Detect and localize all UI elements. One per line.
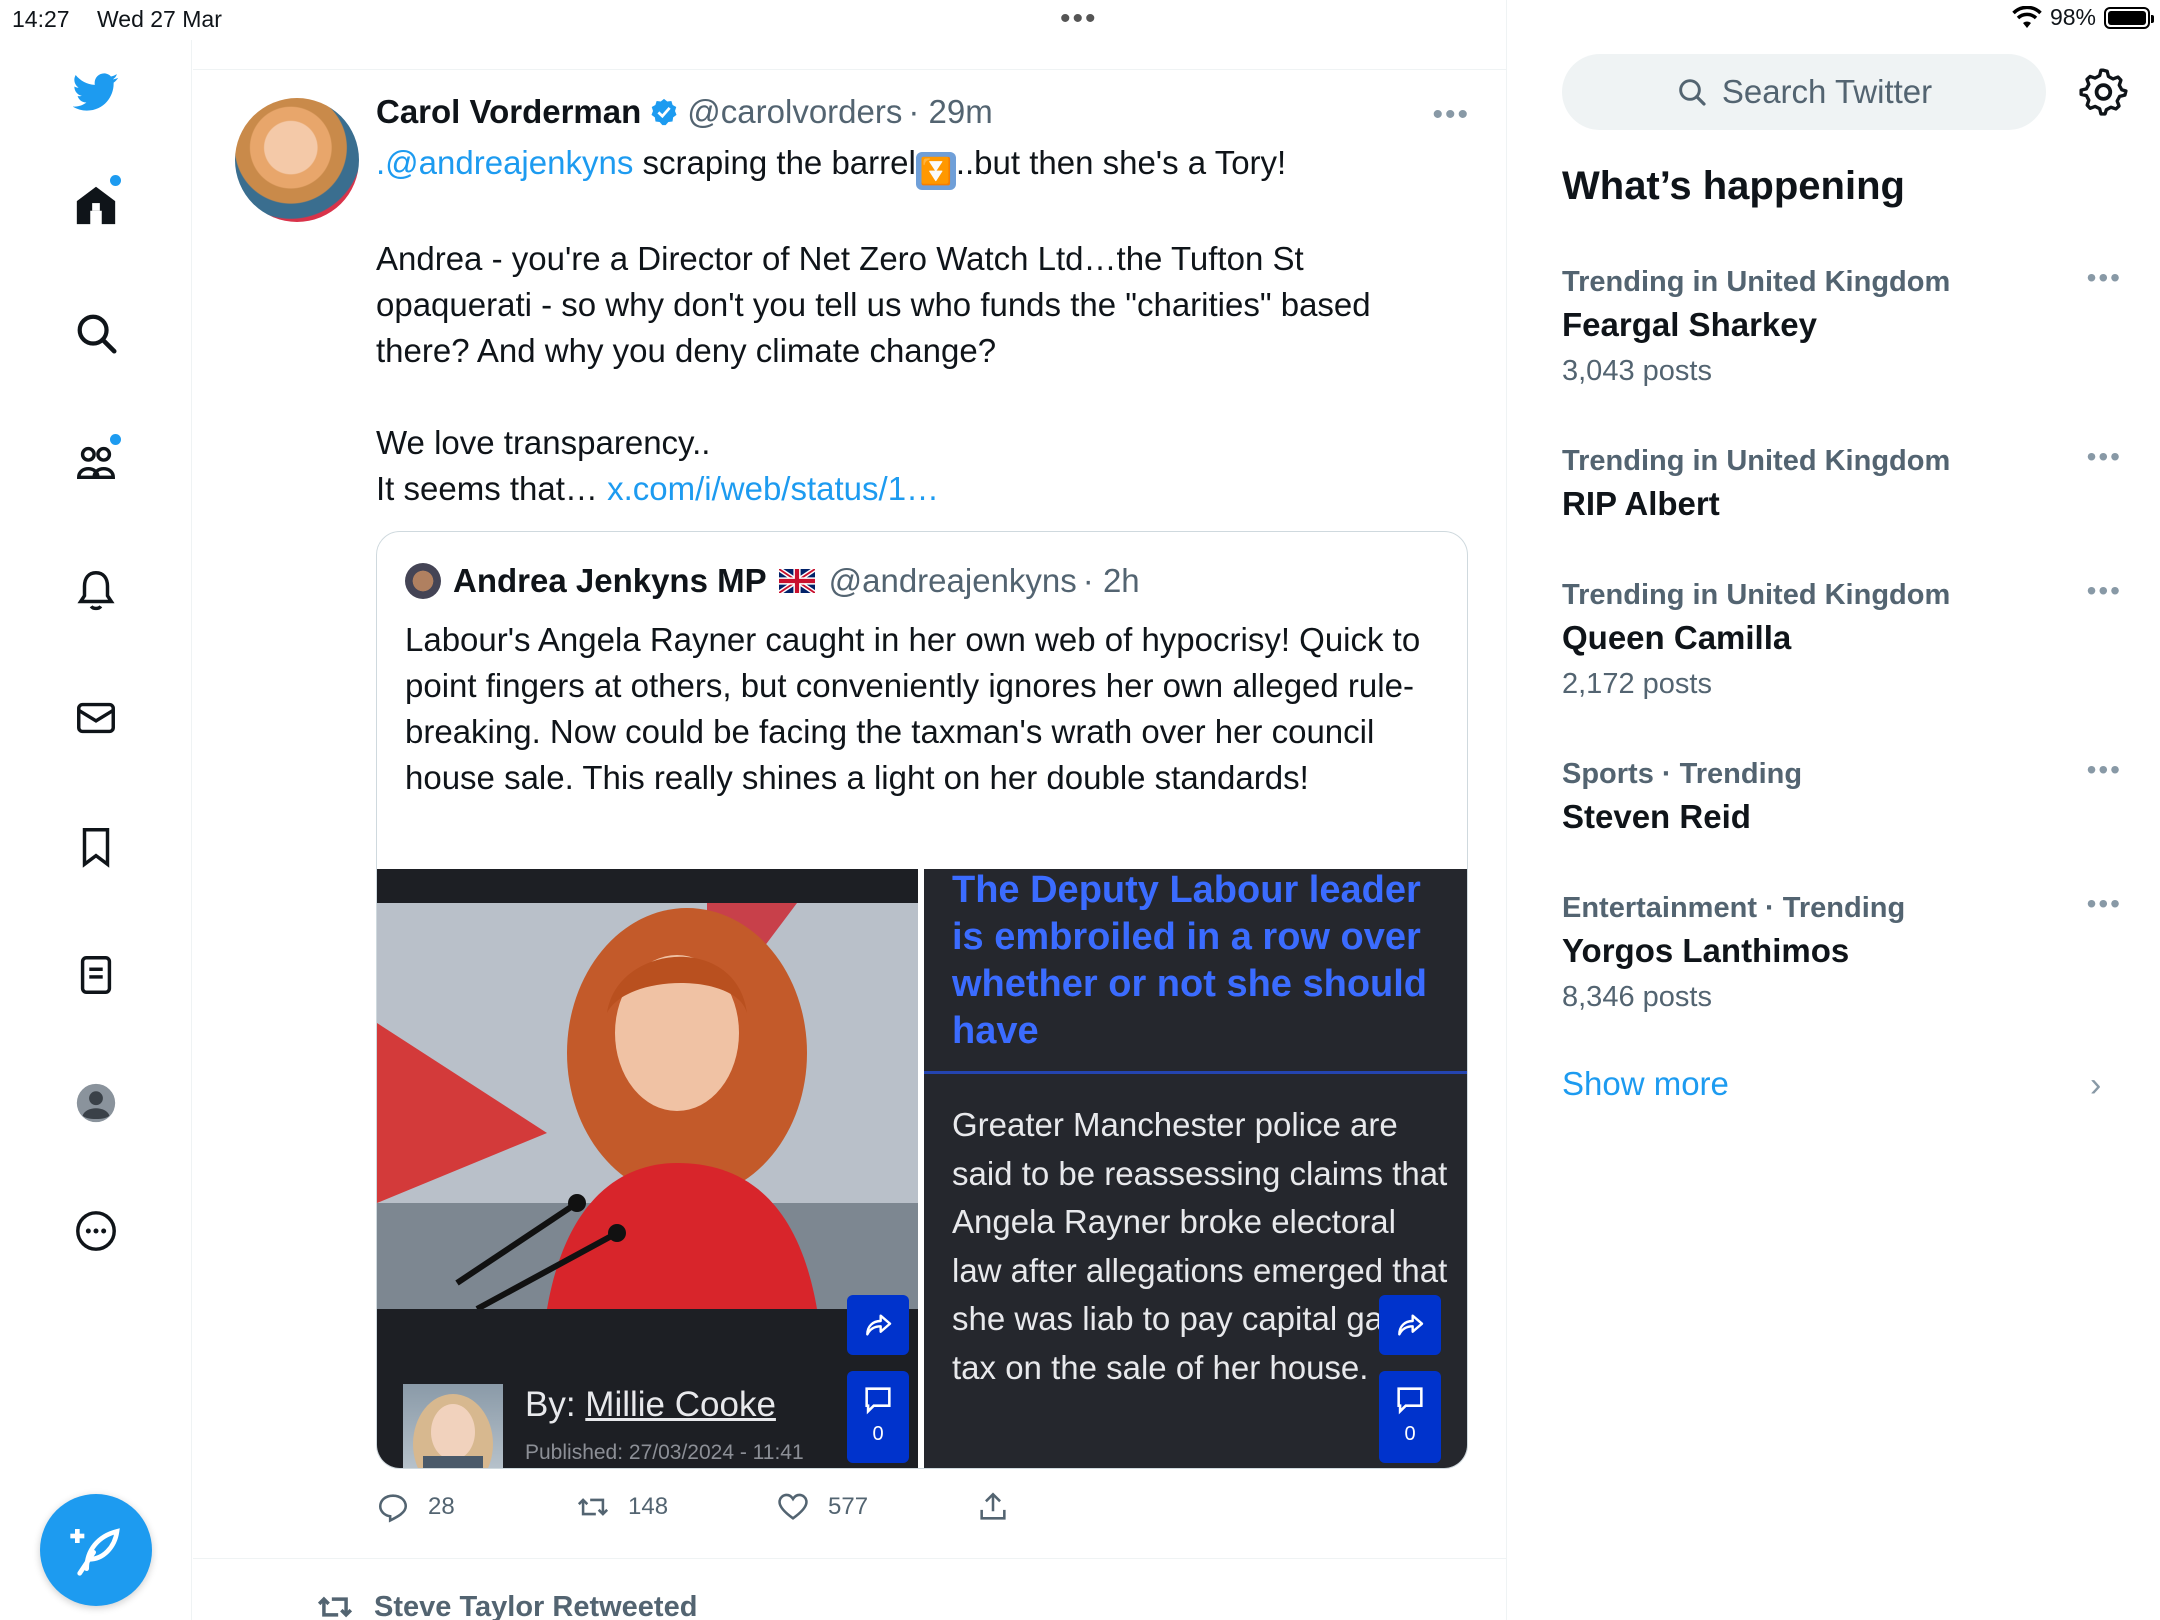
retweet-icon [317,1596,353,1618]
trend-item[interactable]: Trending in United Kingdom Queen Camilla… [1562,575,2122,707]
tweet-actions: 28 148 577 [376,1490,1468,1530]
trend-item[interactable]: Entertainment · Trending Yorgos Lanthimo… [1562,888,2122,1020]
more-icon[interactable] [66,1201,126,1261]
quoted-tweet-time: · 2h [1082,562,1140,599]
bookmarks-icon[interactable] [66,817,126,877]
verified-badge-icon [651,98,677,126]
heart-icon [778,1493,808,1520]
article-image-right[interactable]: The Deputy Labour leader is embroiled in… [924,869,1467,1468]
communities-icon[interactable] [66,432,126,492]
clock: 14:27 [12,6,70,32]
comment-count: 0 [872,1423,884,1445]
timeline: Carol Vorderman @carolvorders · 29m ••• … [193,0,1507,1620]
author-name[interactable]: Carol Vorderman [376,93,641,131]
tweet-more-icon[interactable]: ••• [1432,98,1470,132]
author-handle[interactable]: @carolvorders [687,93,902,131]
like-button[interactable]: 577 [776,1490,868,1524]
feather-plus-icon [70,1528,120,1576]
trend-item[interactable]: Trending in United Kingdom RIP Albert ••… [1562,441,2122,527]
reply-count: 28 [428,1493,455,1520]
quoted-author-handle: @andreajenkyns [828,562,1077,599]
show-more-link[interactable]: Show more [1562,1065,1729,1103]
tweet-text: .@andreajenkyns scraping the barrel ⏬ ..bu… [376,140,1436,512]
quoted-author-name: Andrea Jenkyns MP [453,562,767,599]
quoted-media[interactable]: By: Millie Cooke Published: 27/03/2024 -… [377,869,1467,1468]
trend-more-icon[interactable]: ••• [2087,754,2122,786]
down-arrows-emoji-icon: ⏬ [915,152,956,190]
upload-share-icon [980,1492,1006,1520]
retweet-count: 148 [628,1493,669,1520]
tweet-paragraph: Andrea - you're a Director of Net Zero W… [376,240,1371,369]
retweeted-by-label[interactable]: Steve Taylor Retweeted [316,1588,697,1620]
politician-photo [377,903,918,1309]
truncated-status-link[interactable]: x.com/i/web/status/1… [607,470,939,507]
share-arrow-icon [866,1314,892,1336]
article-body: Greater Manchester police are said to be… [952,1106,1448,1386]
left-navigation [0,40,192,1620]
trend-more-icon[interactable]: ••• [2087,262,2122,294]
whats-happening-heading: What’s happening [1562,164,1905,208]
article-image-left[interactable]: By: Millie Cooke Published: 27/03/2024 -… [377,869,918,1468]
quoted-tweet[interactable]: Andrea Jenkyns MP @andreajenkyns · 2h La… [376,531,1468,1469]
share-arrow-icon [1398,1314,1424,1336]
author-link[interactable]: Millie Cooke [585,1385,776,1424]
trend-more-icon[interactable]: ••• [2087,441,2122,473]
comment-icon [865,1387,891,1415]
quoted-tweet-text: Labour's Angela Rayner caught in her own… [405,621,1421,796]
twitter-logo-icon[interactable] [66,62,126,122]
chevron-right-icon[interactable]: › [2090,1066,2101,1105]
comment-icon [1397,1387,1423,1415]
share-button-left[interactable] [847,1295,909,1355]
comment-button-right[interactable]: 0 [1379,1371,1441,1463]
author-avatar[interactable] [235,98,359,222]
notifications-icon[interactable] [66,560,126,620]
compose-tweet-button[interactable] [40,1494,152,1606]
trend-more-icon[interactable]: ••• [2087,888,2122,920]
author-photo [403,1384,503,1468]
settings-gear-icon[interactable] [2078,66,2128,116]
search-placeholder: Search Twitter [1721,73,1933,110]
search-icon [1679,79,1706,106]
profile-icon[interactable] [66,1073,126,1133]
article-byline: By: Millie Cooke [525,1385,776,1424]
comment-count: 0 [1404,1423,1416,1445]
right-sidebar: Search Twitter What’s happening Trending… [1508,0,2160,1620]
retweet-button[interactable]: 148 [576,1490,668,1524]
retweet-icon [577,1498,609,1516]
home-icon[interactable] [66,175,126,235]
share-tweet-button[interactable] [976,1490,1010,1524]
mention-link[interactable]: .@andreajenkyns [376,144,633,181]
tweet-line: We love transparency.. [376,424,711,461]
like-count: 577 [828,1493,869,1520]
quoted-author-avatar [405,563,441,599]
uk-flag-icon [778,569,815,593]
share-button-right[interactable] [1379,1295,1441,1355]
trend-item[interactable]: Trending in United Kingdom Feargal Shark… [1562,262,2122,394]
messages-icon[interactable] [66,688,126,748]
lists-icon[interactable] [66,945,126,1005]
tweet-header: Carol Vorderman @carolvorders · 29m [376,93,993,131]
comment-button-left[interactable]: 0 [847,1371,909,1463]
trend-more-icon[interactable]: ••• [2087,575,2122,607]
article-headline: The Deputy Labour leader is embroiled in… [952,869,1428,1052]
quoted-tweet-header: Andrea Jenkyns MP @andreajenkyns · 2h [405,562,1140,600]
search-icon[interactable] [66,303,126,363]
tweet-time[interactable]: · 29m [908,93,992,131]
published-date: Published: 27/03/2024 - 11:41 [525,1441,804,1464]
trend-item[interactable]: Sports · Trending Steven Reid ••• [1562,754,2122,840]
reply-button[interactable]: 28 [376,1490,455,1524]
reply-icon [378,1494,408,1523]
search-input[interactable]: Search Twitter [1562,54,2046,130]
